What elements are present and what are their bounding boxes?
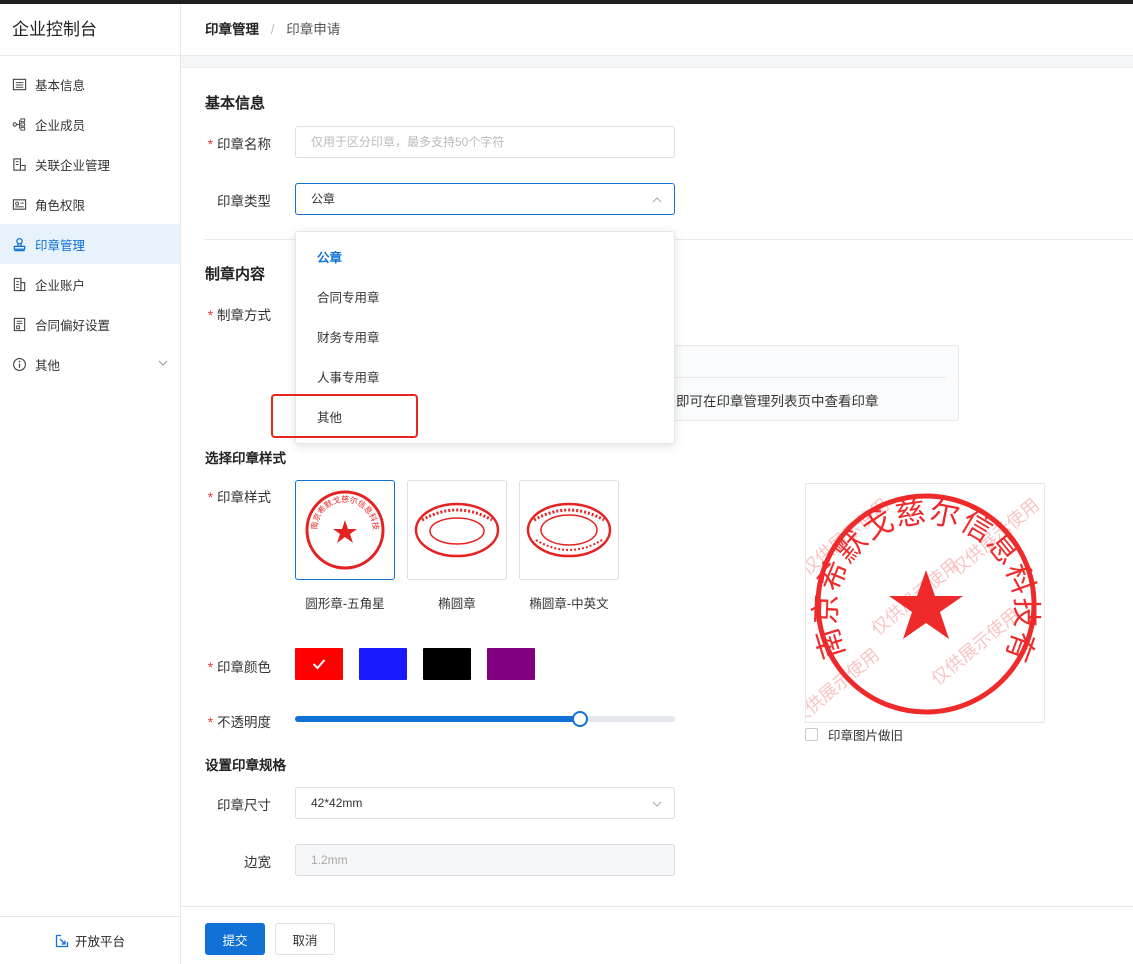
header-strip xyxy=(181,56,1133,68)
breadcrumb-current: 印章申请 xyxy=(286,22,341,37)
border-width-input: 1.2mm xyxy=(295,844,675,876)
breadcrumb-separator: / xyxy=(270,22,275,37)
external-link-icon xyxy=(55,934,69,947)
seal-name-input[interactable]: 仅用于区分印章，最多支持50个字符 xyxy=(295,126,675,158)
seal-name-label: * 印章名称 xyxy=(181,133,271,153)
check-icon xyxy=(312,659,326,670)
opacity-slider-fill xyxy=(295,716,580,722)
role-card-icon xyxy=(12,198,27,210)
make-method-label-text: 制章方式 xyxy=(217,308,271,323)
round-seal-thumbnail: 南京希默戈慈尔信息科技有限公司 xyxy=(303,488,385,570)
section-title-spec: 设置印章规格 xyxy=(205,758,286,773)
opacity-label-text: 不透明度 xyxy=(217,715,271,730)
list-icon xyxy=(12,78,27,90)
color-swatch-black[interactable] xyxy=(423,648,471,680)
dropdown-option-finance-seal[interactable]: 财务专用章 xyxy=(296,318,674,358)
seal-style-label-text: 印章样式 xyxy=(217,490,271,505)
sidebar-item-label: 其他 xyxy=(35,358,61,373)
sidebar-item-label: 关联企业管理 xyxy=(35,158,111,173)
color-swatch-red[interactable] xyxy=(295,648,343,680)
sidebar: 企业控制台 基本信息 企业成员 关联企业管理 角色权限 印章管理 企业账户 合同… xyxy=(0,4,181,964)
info-panel-text: 即可在印章管理列表页中查看印章 xyxy=(676,394,879,409)
building-icon xyxy=(13,277,26,291)
sidebar-item-company-account[interactable]: 企业账户 xyxy=(0,264,180,304)
seal-name-label-text: 印章名称 xyxy=(217,137,271,152)
required-mark: * xyxy=(207,715,213,730)
seal-color-label-text: 印章颜色 xyxy=(217,660,271,675)
color-swatch-purple[interactable] xyxy=(487,648,535,680)
breadcrumb: 印章管理 / 印章申请 xyxy=(181,4,1133,56)
app-title: 企业控制台 xyxy=(0,4,180,56)
chevron-down-icon xyxy=(158,360,168,366)
sidebar-item-roles[interactable]: 角色权限 xyxy=(0,184,180,224)
old-effect-checkbox-row[interactable]: 印章图片做旧 xyxy=(805,725,903,744)
org-tree-icon xyxy=(12,117,26,131)
section-title-style: 选择印章样式 xyxy=(205,451,286,466)
style-option-name: 椭圆章-中英文 xyxy=(529,597,609,611)
sidebar-item-label: 企业成员 xyxy=(35,118,86,133)
required-mark: * xyxy=(207,308,213,323)
sidebar-nav: 基本信息 企业成员 关联企业管理 角色权限 印章管理 企业账户 合同偏好设置 其… xyxy=(0,64,180,384)
cancel-button[interactable]: 取消 xyxy=(275,923,335,955)
sidebar-item-label: 印章管理 xyxy=(35,238,86,253)
style-option-name: 椭圆章 xyxy=(438,597,476,611)
seal-preview: 仅供展示使用 仅供展示使用 仅供展示使用 仅供展示使用 仅供展示使用 南京希默戈… xyxy=(805,483,1045,723)
seal-size-select[interactable]: 42*42mm xyxy=(295,787,675,819)
building-link-icon xyxy=(13,157,26,171)
breadcrumb-parent[interactable]: 印章管理 xyxy=(205,22,259,37)
chevron-up-icon xyxy=(652,197,662,203)
sidebar-item-label: 基本信息 xyxy=(35,78,86,93)
info-circle-icon xyxy=(13,357,26,371)
sidebar-item-label: 企业账户 xyxy=(35,278,86,293)
stamp-icon xyxy=(13,237,26,251)
old-effect-checkbox[interactable] xyxy=(805,728,818,741)
opacity-slider-thumb[interactable] xyxy=(572,711,588,727)
required-mark: * xyxy=(207,660,213,675)
open-platform-label: 开放平台 xyxy=(74,935,125,949)
seal-style-label: * 印章样式 xyxy=(181,486,271,506)
section-title-basic-info: 基本信息 xyxy=(205,95,266,112)
opacity-slider[interactable] xyxy=(295,711,675,727)
submit-button[interactable]: 提交 xyxy=(205,923,265,955)
sidebar-item-contract-preferences[interactable]: 合同偏好设置 xyxy=(0,304,180,344)
seal-size-value: 42*42mm xyxy=(311,796,363,810)
main-content: 印章管理 / 印章申请 基本信息 * 印章名称 仅用于区分印章，最多支持50个字符… xyxy=(181,4,1133,964)
old-effect-label: 印章图片做旧 xyxy=(828,729,904,743)
required-mark: * xyxy=(207,490,213,505)
seal-preview-image: 仅供展示使用 仅供展示使用 仅供展示使用 仅供展示使用 仅供展示使用 南京希默戈… xyxy=(806,484,1044,722)
seal-color-label: * 印章颜色 xyxy=(181,656,271,676)
section-title-content: 制章内容 xyxy=(205,266,266,283)
sidebar-item-members[interactable]: 企业成员 xyxy=(0,104,180,144)
sidebar-item-basic-info[interactable]: 基本信息 xyxy=(0,64,180,104)
opacity-label: * 不透明度 xyxy=(181,711,271,731)
oval-bilingual-seal-thumbnail xyxy=(526,502,612,558)
seal-size-label: 印章尺寸 xyxy=(217,798,271,813)
seal-type-select[interactable]: 公章 xyxy=(295,183,675,215)
make-method-label: * 制章方式 xyxy=(181,304,271,324)
style-option-oval-bilingual[interactable] xyxy=(519,480,619,580)
style-option-round-star[interactable]: 南京希默戈慈尔信息科技有限公司 xyxy=(295,480,395,580)
dropdown-option-contract-seal[interactable]: 合同专用章 xyxy=(296,278,674,318)
color-swatch-blue[interactable] xyxy=(359,648,407,680)
border-width-label: 边宽 xyxy=(244,855,271,870)
sidebar-item-label: 合同偏好设置 xyxy=(35,318,111,333)
sidebar-item-label: 角色权限 xyxy=(35,198,86,213)
document-settings-icon xyxy=(13,317,26,331)
open-platform-link[interactable]: 开放平台 xyxy=(0,916,180,964)
dropdown-option-hr-seal[interactable]: 人事专用章 xyxy=(296,358,674,398)
seal-type-label: 印章类型 xyxy=(217,194,271,209)
style-option-oval[interactable] xyxy=(407,480,507,580)
seal-type-value: 公章 xyxy=(311,192,336,206)
form-footer: 提交 取消 xyxy=(181,906,1133,964)
sidebar-item-seal-management[interactable]: 印章管理 xyxy=(0,224,180,264)
sidebar-item-other[interactable]: 其他 xyxy=(0,344,180,384)
oval-seal-thumbnail xyxy=(414,502,500,558)
chevron-down-icon xyxy=(652,801,662,807)
highlight-box xyxy=(271,394,418,438)
required-mark: * xyxy=(207,137,213,152)
sidebar-item-related-companies[interactable]: 关联企业管理 xyxy=(0,144,180,184)
dropdown-option-official-seal[interactable]: 公章 xyxy=(296,238,674,278)
style-option-name: 圆形章-五角星 xyxy=(305,597,385,611)
